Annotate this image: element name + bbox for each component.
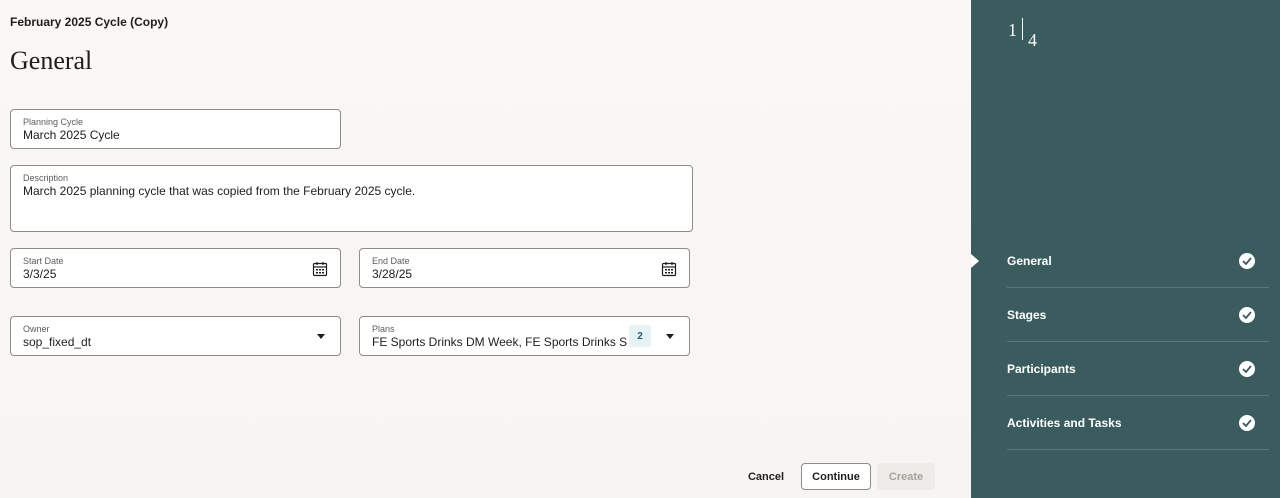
description-field[interactable]: Description March 2025 planning cycle th… bbox=[10, 165, 693, 232]
step-label: General bbox=[1007, 254, 1052, 268]
start-date-field[interactable]: Start Date 3/3/25 bbox=[10, 248, 341, 288]
end-date-label: End Date bbox=[372, 256, 410, 266]
plans-label: Plans bbox=[372, 324, 395, 334]
plans-count-badge: 2 bbox=[629, 325, 651, 347]
planning-cycle-label: Planning Cycle bbox=[23, 117, 84, 127]
cycle-name-header: February 2025 Cycle (Copy) bbox=[10, 15, 169, 29]
description-label: Description bbox=[23, 173, 69, 183]
check-icon bbox=[1239, 253, 1255, 269]
step-label: Stages bbox=[1007, 308, 1047, 322]
create-button[interactable]: Create bbox=[877, 463, 935, 490]
step-label: Activities and Tasks bbox=[1007, 416, 1122, 430]
plans-value: FE Sports Drinks DM Week, FE Sports Drin… bbox=[372, 335, 627, 349]
main-content: February 2025 Cycle (Copy) General Plann… bbox=[0, 0, 971, 498]
check-icon bbox=[1239, 307, 1255, 323]
step-general[interactable]: General bbox=[1007, 234, 1269, 288]
check-icon bbox=[1239, 415, 1255, 431]
planning-cycle-field[interactable]: Planning Cycle March 2025 Cycle bbox=[10, 109, 341, 149]
start-date-label: Start Date bbox=[23, 256, 64, 266]
calendar-icon[interactable] bbox=[312, 261, 328, 277]
owner-label: Owner bbox=[23, 324, 50, 334]
end-date-input[interactable]: 3/28/25 bbox=[372, 267, 412, 281]
step-activities-and-tasks[interactable]: Activities and Tasks bbox=[1007, 396, 1269, 450]
owner-select[interactable]: Owner sop_fixed_dt bbox=[10, 316, 341, 356]
step-sidebar: 1 4 General Stages Participants Activiti… bbox=[971, 0, 1280, 498]
description-textarea[interactable]: March 2025 planning cycle that was copie… bbox=[23, 184, 415, 198]
step-stages[interactable]: Stages bbox=[1007, 288, 1269, 342]
continue-button[interactable]: Continue bbox=[801, 463, 871, 490]
page-title: General bbox=[10, 46, 93, 75]
total-steps-number: 4 bbox=[1028, 30, 1037, 50]
start-date-input[interactable]: 3/3/25 bbox=[23, 267, 56, 281]
step-participants[interactable]: Participants bbox=[1007, 342, 1269, 396]
current-step-number: 1 bbox=[1008, 20, 1017, 40]
chevron-down-icon[interactable] bbox=[317, 334, 325, 339]
owner-value: sop_fixed_dt bbox=[23, 335, 92, 349]
chevron-down-icon[interactable] bbox=[666, 334, 674, 339]
end-date-field[interactable]: End Date 3/28/25 bbox=[359, 248, 690, 288]
calendar-icon[interactable] bbox=[661, 261, 677, 277]
planning-cycle-input[interactable]: March 2025 Cycle bbox=[23, 128, 120, 142]
step-counter-divider bbox=[1022, 18, 1023, 40]
step-label: Participants bbox=[1007, 362, 1076, 376]
plans-select[interactable]: Plans FE Sports Drinks DM Week, FE Sport… bbox=[359, 316, 690, 356]
cancel-button[interactable]: Cancel bbox=[740, 463, 792, 490]
current-step-pointer-icon bbox=[971, 254, 979, 268]
check-icon bbox=[1239, 361, 1255, 377]
